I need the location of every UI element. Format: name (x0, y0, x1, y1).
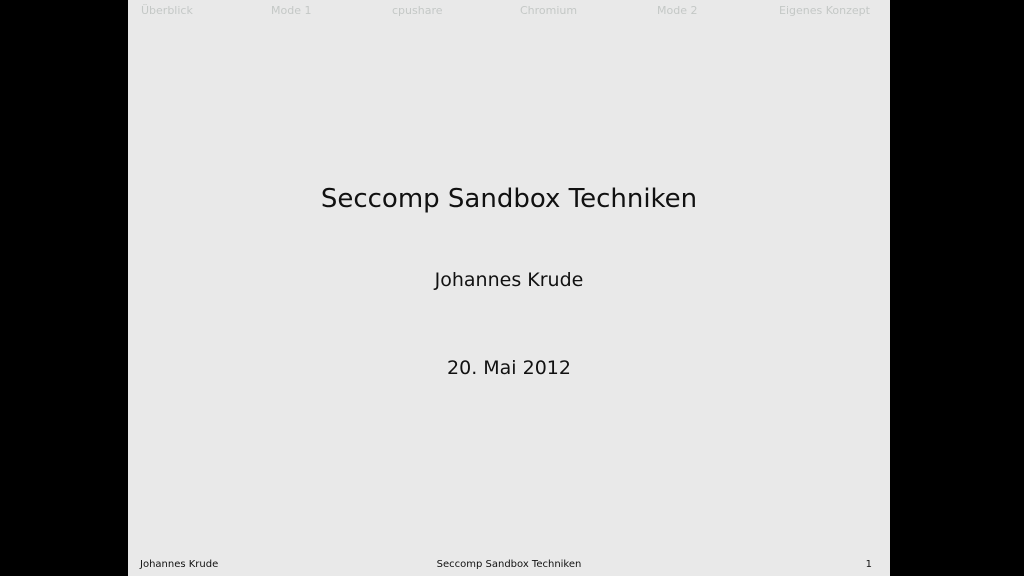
nav-item-ueberblick[interactable]: Überblick (141, 4, 193, 17)
nav-item-eigenes-konzept[interactable]: Eigenes Konzept (779, 4, 870, 17)
footer-title: Seccomp Sandbox Techniken (436, 559, 582, 570)
section-navigation: Überblick Mode 1 cpushare Chromium Mode … (128, 0, 890, 20)
slide-date: 20. Mai 2012 (447, 357, 571, 379)
nav-item-mode-1[interactable]: Mode 1 (271, 4, 311, 17)
nav-item-chromium[interactable]: Chromium (520, 4, 577, 17)
slide-footer: Johannes Krude Seccomp Sandbox Techniken… (128, 558, 890, 574)
slide-title: Seccomp Sandbox Techniken (320, 184, 698, 214)
slide-author: Johannes Krude (434, 269, 584, 291)
nav-item-cpushare[interactable]: cpushare (392, 4, 443, 17)
footer-page-number: 1 (865, 559, 872, 570)
presentation-slide: Überblick Mode 1 cpushare Chromium Mode … (128, 0, 890, 576)
nav-item-mode-2[interactable]: Mode 2 (657, 4, 697, 17)
